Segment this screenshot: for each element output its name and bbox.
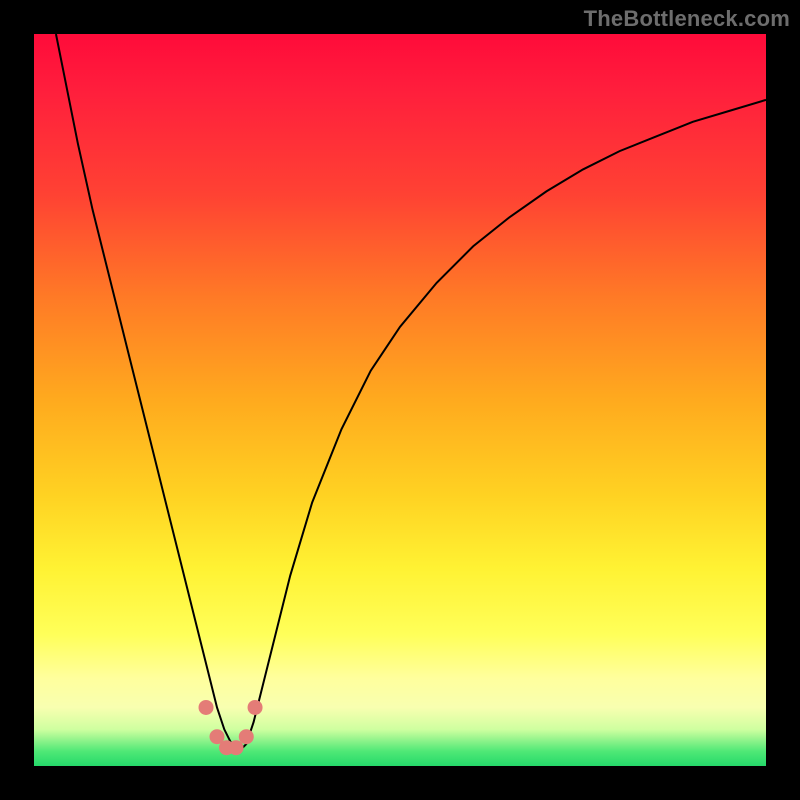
- plot-area: [34, 34, 766, 766]
- marker-dot: [229, 740, 244, 755]
- marker-dot: [239, 729, 254, 744]
- chart-frame: TheBottleneck.com: [0, 0, 800, 800]
- bottleneck-curve: [56, 34, 766, 751]
- chart-svg: [34, 34, 766, 766]
- marker-dot: [248, 700, 263, 715]
- marker-dot: [199, 700, 214, 715]
- watermark-text: TheBottleneck.com: [584, 6, 790, 32]
